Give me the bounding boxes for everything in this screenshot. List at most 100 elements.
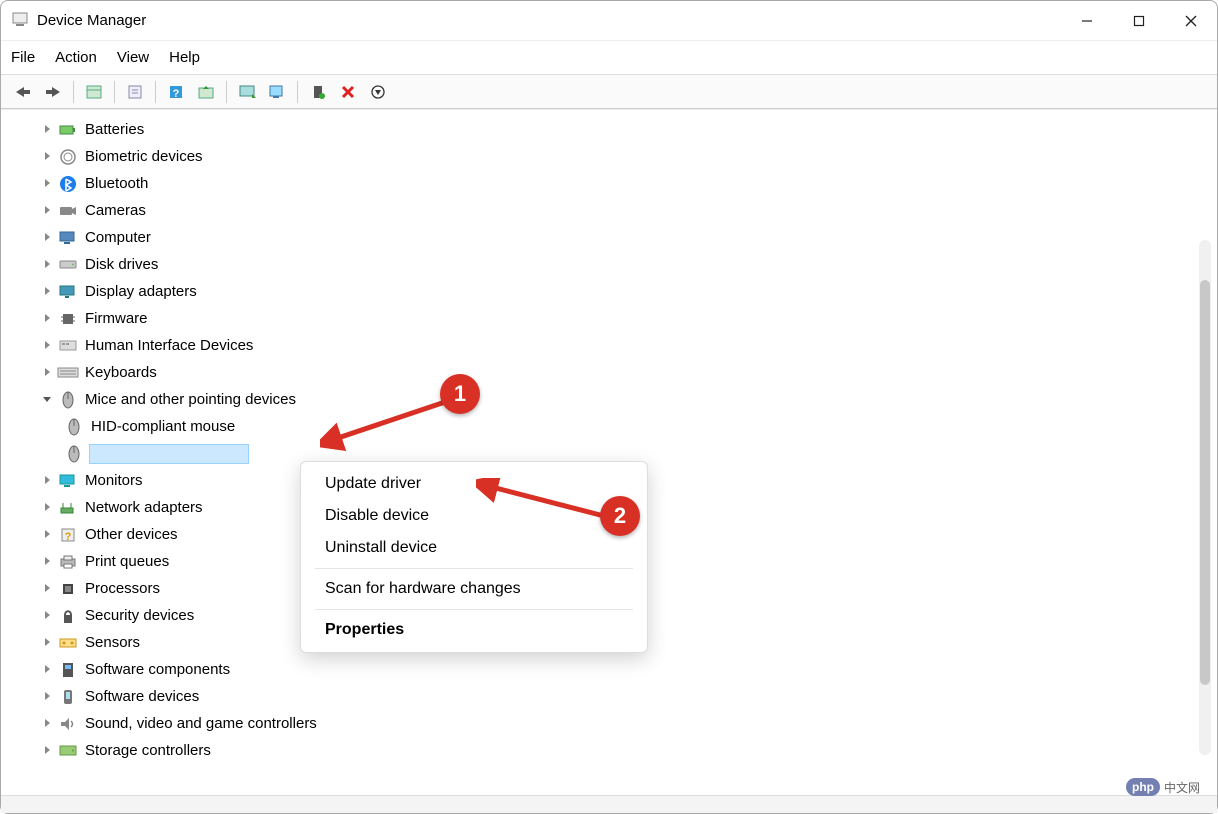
chevron-right-icon[interactable] [37,231,57,245]
menubar: File Action View Help [1,41,1217,75]
tree-category[interactable]: Bluetooth [7,170,1217,197]
maximize-button[interactable] [1113,1,1165,40]
tree-category[interactable]: Software components [7,656,1217,683]
menu-help[interactable]: Help [169,49,200,66]
menu-view[interactable]: View [117,49,149,66]
tree-category-label: Other devices [83,525,180,544]
chevron-right-icon[interactable] [37,204,57,218]
chip-icon [57,308,79,330]
chevron-right-icon[interactable] [37,744,57,758]
chevron-right-icon[interactable] [37,690,57,704]
context-properties[interactable]: Properties [301,614,647,646]
tree-category[interactable]: Storage controllers [7,737,1217,764]
tree-category[interactable]: Software devices [7,683,1217,710]
annotation-badge-1: 1 [440,374,480,414]
tree-category-label: Biometric devices [83,147,205,166]
context-uninstall-device[interactable]: Uninstall device [301,532,647,564]
tree-category-label: Batteries [83,120,146,139]
window-title: Device Manager [37,12,146,29]
chevron-right-icon[interactable] [37,366,57,380]
svg-text:?: ? [173,88,180,100]
tree-category[interactable]: Human Interface Devices [7,332,1217,359]
chevron-right-icon[interactable] [37,636,57,650]
tree-category-label: Sensors [83,633,142,652]
chevron-right-icon[interactable] [37,663,57,677]
toolbar-uninstall-icon[interactable] [334,79,362,105]
context-scan-hardware[interactable]: Scan for hardware changes [301,573,647,605]
disk-icon [57,254,79,276]
storage-icon [57,740,79,762]
tree-category[interactable]: Sound, video and game controllers [7,710,1217,737]
tree-category-label: Network adapters [83,498,205,517]
toolbar-enable-icon[interactable] [304,79,332,105]
chevron-right-icon[interactable] [37,285,57,299]
tree-category-label: Disk drives [83,255,160,274]
menu-action[interactable]: Action [55,49,97,66]
tree-category-label: Software components [83,660,232,679]
network-icon [57,497,79,519]
annotation-arrow-1 [320,395,460,455]
forward-button[interactable] [39,79,67,105]
toolbar-properties-icon[interactable] [121,79,149,105]
toolbar-help-icon[interactable]: ? [162,79,190,105]
menu-file[interactable]: File [11,49,35,66]
tree-category[interactable]: Firmware [7,305,1217,332]
other-icon: ? [57,524,79,546]
tree-category[interactable]: Computer [7,224,1217,251]
tree-category[interactable]: Keyboards [7,359,1217,386]
tree-category-label: Computer [83,228,153,247]
tree-category[interactable]: Mice and other pointing devices [7,386,1217,413]
chevron-right-icon[interactable] [37,177,57,191]
mouse-icon [57,389,79,411]
chevron-down-icon[interactable] [37,393,57,407]
tree-device-label: HID-compliant mouse [89,417,237,436]
chevron-right-icon[interactable] [37,582,57,596]
tree-device-item[interactable]: HID-compliant mouse [7,413,1217,440]
watermark-text: 中文网 [1164,779,1200,796]
scrollbar-horizontal[interactable] [1,795,1217,813]
minimize-button[interactable] [1061,1,1113,40]
tree-category-label: Print queues [83,552,171,571]
toolbar-down-icon[interactable] [364,79,392,105]
fingerprint-icon [57,146,79,168]
tree-category[interactable]: Disk drives [7,251,1217,278]
tree-category-label: Bluetooth [83,174,150,193]
toolbar-scan-icon[interactable] [233,79,261,105]
chevron-right-icon[interactable] [37,528,57,542]
chevron-right-icon[interactable] [37,150,57,164]
printer-icon [57,551,79,573]
chevron-right-icon[interactable] [37,609,57,623]
watermark: php 中文网 [1126,778,1200,796]
tree-category-label: Software devices [83,687,201,706]
sensor-icon [57,632,79,654]
chevron-right-icon[interactable] [37,501,57,515]
scrollbar-vertical[interactable] [1199,240,1211,755]
tree-category[interactable]: Biometric devices [7,143,1217,170]
device-tree[interactable]: Batteries Biometric devices Bluetooth Camer… [1,110,1217,795]
tree-category[interactable]: Cameras [7,197,1217,224]
tree-category[interactable]: Batteries [7,116,1217,143]
tree-category-label: Security devices [83,606,196,625]
security-icon [57,605,79,627]
tree-category[interactable]: Display adapters [7,278,1217,305]
toolbar-update-icon[interactable] [263,79,291,105]
tree-category-label: Sound, video and game controllers [83,714,319,733]
chevron-right-icon[interactable] [37,123,57,137]
context-separator [315,609,633,610]
chevron-right-icon[interactable] [37,339,57,353]
toolbar-action-icon[interactable] [192,79,220,105]
chevron-right-icon[interactable] [37,474,57,488]
chevron-right-icon[interactable] [37,258,57,272]
camera-icon [57,200,79,222]
annotation-badge-2: 2 [600,496,640,536]
chevron-right-icon[interactable] [37,717,57,731]
chevron-right-icon[interactable] [37,312,57,326]
toolbar-show-hidden-icon[interactable] [80,79,108,105]
close-button[interactable] [1165,1,1217,40]
software-icon [57,659,79,681]
svg-text:?: ? [65,531,72,543]
cpu-icon [57,578,79,600]
content-area: Batteries Biometric devices Bluetooth Camer… [1,109,1217,795]
chevron-right-icon[interactable] [37,555,57,569]
back-button[interactable] [9,79,37,105]
